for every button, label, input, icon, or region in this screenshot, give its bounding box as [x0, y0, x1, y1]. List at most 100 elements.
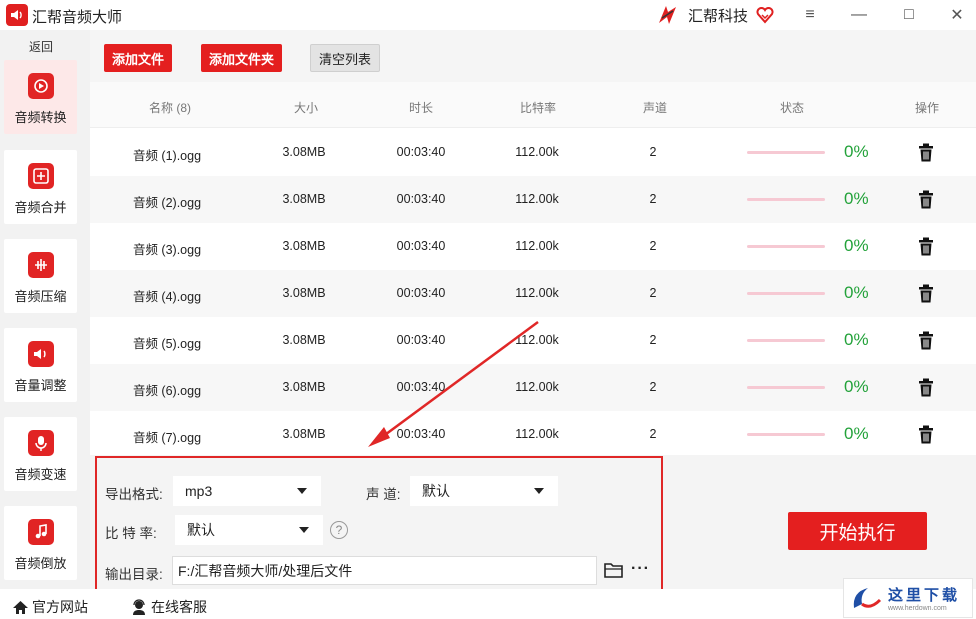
- cell-name: 音频 (6).ogg: [132, 384, 202, 398]
- app-logo-icon: [6, 4, 28, 26]
- trash-icon[interactable]: [917, 143, 935, 165]
- toolbar: 添加文件 添加文件夹 清空列表: [90, 30, 976, 82]
- clear-list-button[interactable]: 清空列表: [310, 44, 381, 72]
- title-bar: 汇帮音频大师 汇帮科技 ≡ — □ ✕: [0, 0, 976, 30]
- cell-bitrate: 112.00k: [515, 192, 559, 206]
- sidebar-item-label: 音频倒放: [14, 556, 67, 571]
- status-percent: 0%: [844, 330, 869, 349]
- cell-size: 3.08MB: [282, 427, 326, 441]
- watermark-logo-icon: [853, 588, 882, 608]
- table-row[interactable]: 音频 (1).ogg 3.08MB 00:03:40 112.00k 2 0%: [90, 129, 976, 176]
- support-link[interactable]: 在线客服: [131, 597, 207, 617]
- progress-bar: [747, 339, 825, 342]
- table-row[interactable]: 音频 (4).ogg 3.08MB 00:03:40 112.00k 2 0%: [90, 270, 976, 317]
- trash-icon[interactable]: [917, 237, 935, 259]
- trash-icon[interactable]: [917, 190, 935, 212]
- annotation-arrow-icon: [368, 320, 539, 447]
- heart-icon[interactable]: [756, 6, 774, 24]
- sidebar-item-speed[interactable]: 音频变速: [4, 417, 77, 491]
- progress-bar: [747, 386, 825, 389]
- progress-bar: [747, 245, 825, 248]
- status-percent: 0%: [844, 283, 869, 302]
- status-percent: 0%: [844, 377, 869, 396]
- cell-size: 3.08MB: [282, 286, 326, 300]
- sidebar-item-label: 音频压缩: [14, 289, 67, 304]
- col-actions: 操作: [914, 101, 940, 115]
- progress-bar: [747, 292, 825, 295]
- trash-icon[interactable]: [917, 284, 935, 306]
- sidebar-item-label: 音频变速: [14, 467, 67, 482]
- sidebar-item-convert[interactable]: 音频转换: [4, 60, 77, 134]
- cell-channels: 2: [649, 145, 657, 159]
- footer: 官方网站 在线客服: [0, 589, 976, 619]
- sidebar-item-volume[interactable]: 音量调整: [4, 328, 77, 402]
- compress-icon: [27, 252, 54, 278]
- sidebar-item-reverse[interactable]: 音频倒放: [4, 506, 77, 580]
- progress-bar: [747, 433, 825, 436]
- cell-duration: 00:03:40: [396, 286, 446, 300]
- cell-name: 音频 (3).ogg: [132, 243, 202, 257]
- cell-size: 3.08MB: [282, 192, 326, 206]
- status-percent: 0%: [844, 236, 869, 255]
- sidebar-item-label: 音量调整: [14, 378, 67, 393]
- status-percent: 0%: [844, 189, 869, 208]
- merge-icon: [27, 163, 54, 189]
- table-row[interactable]: 音频 (3).ogg 3.08MB 00:03:40 112.00k 2 0%: [90, 223, 976, 270]
- cell-channels: 2: [649, 286, 657, 300]
- support-agent-icon: [133, 599, 145, 615]
- sidebar-item-label: 音频合并: [14, 200, 67, 215]
- cell-duration: 00:03:40: [396, 192, 446, 206]
- home-icon: [13, 600, 28, 614]
- status-percent: 0%: [844, 142, 869, 161]
- progress-bar: [747, 198, 825, 201]
- volume-icon: [27, 341, 54, 367]
- back-link[interactable]: 返回: [0, 38, 82, 55]
- convert-icon: [27, 73, 54, 99]
- progress-bar: [747, 151, 825, 154]
- add-folder-button[interactable]: 添加文件夹: [201, 44, 283, 72]
- add-file-button[interactable]: 添加文件: [104, 44, 173, 72]
- trash-icon[interactable]: [917, 425, 935, 447]
- minimize-button[interactable]: —: [847, 4, 871, 26]
- sidebar-item-merge[interactable]: 音频合并: [4, 150, 77, 224]
- table-header: 名称 (8) 大小 时长 比特率 声道 状态 操作: [90, 82, 976, 128]
- brand-name: 汇帮科技: [688, 7, 749, 25]
- cell-name: 音频 (1).ogg: [132, 149, 202, 163]
- brand[interactable]: 汇帮科技: [656, 3, 774, 27]
- cell-bitrate: 112.00k: [515, 239, 559, 253]
- col-size: 大小: [293, 101, 319, 115]
- col-channels: 声道: [642, 101, 668, 115]
- start-button[interactable]: 开始执行: [788, 512, 927, 550]
- app-title: 汇帮音频大师: [32, 9, 123, 26]
- sidebar-item-compress[interactable]: 音频压缩: [4, 239, 77, 313]
- watermark-url: www.herdown.com: [888, 605, 947, 612]
- menu-icon[interactable]: ≡: [798, 4, 822, 26]
- cell-size: 3.08MB: [282, 145, 326, 159]
- status-percent: 0%: [844, 424, 869, 443]
- trash-icon[interactable]: [917, 378, 935, 400]
- table-row[interactable]: 音频 (2).ogg 3.08MB 00:03:40 112.00k 2 0%: [90, 176, 976, 223]
- col-status: 状态: [779, 101, 805, 115]
- settings-highlight-box: [95, 456, 663, 594]
- cell-name: 音频 (7).ogg: [132, 431, 202, 445]
- col-name: 名称 (8): [148, 101, 192, 115]
- maximize-button[interactable]: □: [897, 4, 921, 26]
- cell-size: 3.08MB: [282, 239, 326, 253]
- brand-logo-icon: [659, 6, 676, 24]
- watermark: 这里下载 www.herdown.com: [843, 578, 973, 618]
- trash-icon[interactable]: [917, 331, 935, 353]
- speed-icon: [27, 430, 54, 456]
- support-label: 在线客服: [151, 599, 207, 615]
- cell-name: 音频 (5).ogg: [132, 337, 202, 351]
- reverse-icon: [27, 519, 54, 545]
- close-button[interactable]: ✕: [945, 4, 969, 26]
- cell-channels: 2: [649, 239, 657, 253]
- cell-bitrate: 112.00k: [515, 286, 559, 300]
- cell-channels: 2: [649, 333, 657, 347]
- cell-size: 3.08MB: [282, 333, 326, 347]
- sidebar-item-label: 音频转换: [14, 110, 67, 125]
- cell-name: 音频 (4).ogg: [132, 290, 202, 304]
- cell-bitrate: 112.00k: [515, 145, 559, 159]
- website-link[interactable]: 官方网站: [12, 597, 88, 617]
- cell-duration: 00:03:40: [396, 239, 446, 253]
